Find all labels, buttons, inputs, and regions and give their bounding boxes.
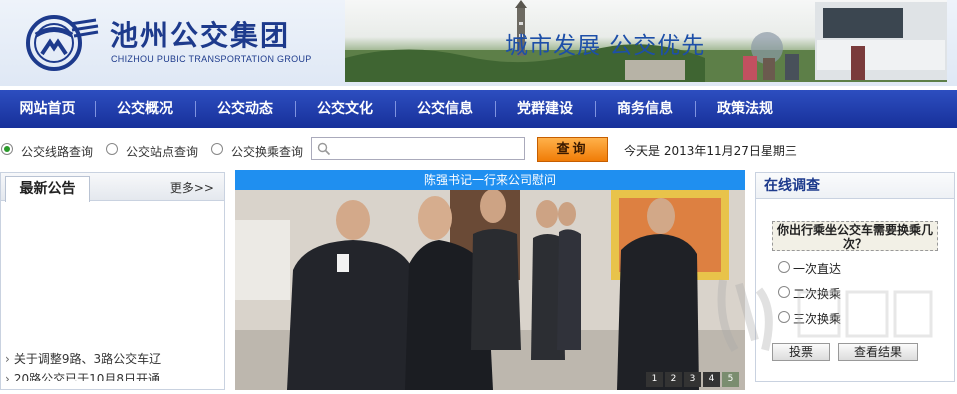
radio-route-query-label[interactable]: 公交线路查询 <box>21 143 93 160</box>
photo-caption[interactable]: 陈强书记一行来公司慰问 <box>235 170 745 190</box>
radio-stop-query-label[interactable]: 公交站点查询 <box>126 143 198 160</box>
nav-item-business[interactable]: 商务信息 <box>595 90 695 128</box>
nav-item-party[interactable]: 党群建设 <box>495 90 595 128</box>
photo-news: 陈强书记一行来公司慰问 1 2 3 4 5 <box>235 170 745 390</box>
site-header: 池州公交集团 CHIZHOU PUBIC TRANSPORTATION GROU… <box>0 0 957 86</box>
radio-stop-query[interactable] <box>106 143 118 155</box>
nav-item-news[interactable]: 公交动态 <box>195 90 295 128</box>
current-date: 今天是 2013年11月27日星期三 <box>624 144 797 158</box>
survey-title: 在线调查 <box>756 173 954 199</box>
pager-page-2[interactable]: 2 <box>665 372 682 387</box>
pager-page-5[interactable]: 5 <box>722 372 739 387</box>
news-photo[interactable]: 1 2 3 4 5 <box>235 190 745 390</box>
main-nav: 网站首页 公交概况 公交动态 公交文化 公交信息 党群建设 商务信息 政策法规 <box>0 90 957 128</box>
survey-question: 你出行乘坐公交车需要换乘几次？ <box>772 221 938 251</box>
brand-name-english: CHIZHOU PUBIC TRANSPORTATION GROUP <box>111 54 312 64</box>
radio-route-query[interactable] <box>1 143 13 155</box>
notice-item[interactable]: 关于调整9路、3路公交车辽 <box>5 349 161 369</box>
route-search-bar: 公交线路查询 公交站点查询 公交换乘查询 查询 今天是 2013年11月27日星… <box>0 134 957 164</box>
more-notices-link[interactable]: 更多>> <box>170 179 214 196</box>
radio-transfer-query-label[interactable]: 公交换乘查询 <box>231 143 303 160</box>
search-icon <box>317 142 331 156</box>
news-photo-image <box>235 190 745 390</box>
pager-page-4[interactable]: 4 <box>703 372 720 387</box>
nav-item-culture[interactable]: 公交文化 <box>295 90 395 128</box>
pager-page-3[interactable]: 3 <box>684 372 701 387</box>
watermark-logo <box>717 279 933 353</box>
brand-name: 池州公交集团 <box>110 19 291 52</box>
photo-pager: 1 2 3 4 5 <box>646 372 739 387</box>
nav-item-info[interactable]: 公交信息 <box>395 90 495 128</box>
chizhou-bus-logo[interactable] <box>20 10 100 72</box>
notice-panel: 最新公告 更多>> 关于调整9路、3路公交车辽 20路公交已于10月8日开通 <box>0 172 225 390</box>
banner-slogan: 城市发展 公交优先 <box>505 33 706 59</box>
nav-item-policy[interactable]: 政策法规 <box>695 90 795 128</box>
radio-transfer-query[interactable] <box>211 143 223 155</box>
tab-latest-notices[interactable]: 最新公告 <box>5 176 90 202</box>
nav-item-overview[interactable]: 公交概况 <box>95 90 195 128</box>
search-button[interactable]: 查询 <box>537 137 608 162</box>
search-input[interactable] <box>311 137 525 160</box>
notice-panel-header: 最新公告 更多>> <box>1 173 224 202</box>
notice-list: 关于调整9路、3路公交车辽 20路公交已于10月8日开通 <box>5 349 161 381</box>
header-banner: 城市发展 公交优先 <box>345 0 947 82</box>
pager-page-1[interactable]: 1 <box>646 372 663 387</box>
notice-item[interactable]: 20路公交已于10月8日开通 <box>5 369 161 381</box>
nav-item-home[interactable]: 网站首页 <box>0 90 95 128</box>
